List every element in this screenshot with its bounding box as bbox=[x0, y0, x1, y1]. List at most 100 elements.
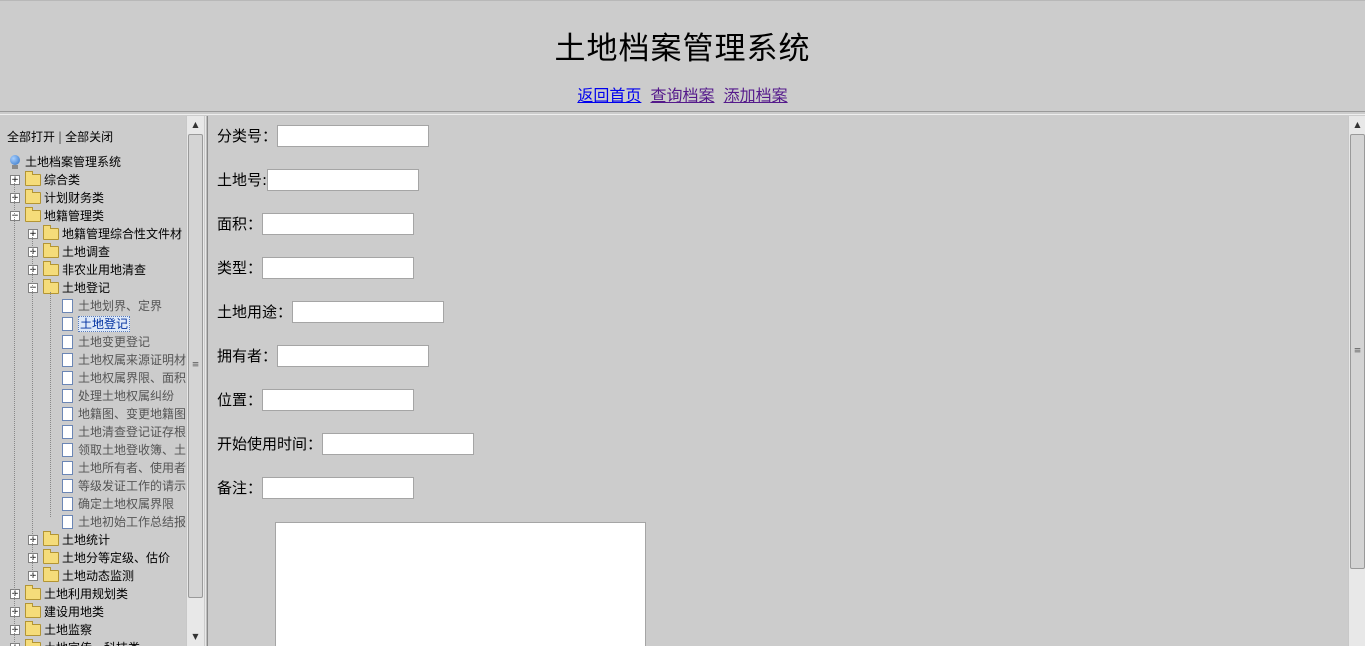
tree-node-label[interactable]: 建设用地类 bbox=[44, 603, 104, 621]
tree-node-label[interactable]: 领取土地登收簿、土 bbox=[78, 441, 186, 459]
tree-node-label[interactable]: 土地初始工作总结报 bbox=[78, 513, 186, 531]
expand-icon[interactable]: + bbox=[10, 175, 20, 185]
tree-node-label[interactable]: 土地划界、定界 bbox=[78, 297, 162, 315]
field-label: 土地用途： bbox=[217, 303, 293, 321]
expand-icon[interactable]: + bbox=[28, 571, 38, 581]
folder-icon bbox=[43, 567, 59, 582]
expand-all-link[interactable]: 全部打开 bbox=[7, 130, 55, 144]
tree-node-label[interactable]: 土地登记 bbox=[78, 316, 131, 332]
tree-subcategory[interactable]: + 土地动态监测 bbox=[0, 567, 186, 585]
tree-subcategory[interactable]: + 地籍管理综合性文件材 bbox=[0, 225, 186, 243]
tree-panel: 全部打开 | 全部关闭 土地档案管理系统 + 综合类 + 计划财务类 − 地籍管理类 + 地籍管理综… bbox=[0, 116, 186, 646]
field-input[interactable] bbox=[277, 345, 430, 367]
field-input[interactable] bbox=[262, 257, 415, 279]
form-row: 开始使用时间： bbox=[217, 433, 475, 455]
expand-icon[interactable]: + bbox=[10, 193, 20, 203]
field-input[interactable] bbox=[292, 301, 445, 323]
add-archive-link[interactable]: 添加档案 bbox=[724, 86, 788, 105]
expand-icon[interactable]: + bbox=[10, 625, 20, 635]
query-archive-link[interactable]: 查询档案 bbox=[650, 86, 714, 105]
expand-icon[interactable]: + bbox=[28, 535, 38, 545]
tree-category[interactable]: +土地宣传、科技类 bbox=[0, 639, 186, 646]
collapse-all-link[interactable]: 全部关闭 bbox=[65, 130, 113, 144]
tree-leaf[interactable]: 土地权属来源证明材 bbox=[0, 351, 186, 369]
collapse-icon[interactable]: − bbox=[10, 211, 20, 221]
tree-leaf[interactable]: 领取土地登收簿、土 bbox=[0, 441, 186, 459]
form-scroll-up-icon[interactable]: ▲ bbox=[1349, 117, 1365, 133]
tree-node-label[interactable]: 土地档案管理系统 bbox=[25, 153, 121, 171]
tree-scrollbar[interactable]: ▲ ≡ ▼ bbox=[186, 116, 204, 646]
expand-icon[interactable]: + bbox=[28, 553, 38, 563]
tree-node-label[interactable]: 确定土地权属界限 bbox=[78, 495, 174, 513]
tree-node-label[interactable]: 土地利用规划类 bbox=[44, 585, 128, 603]
tree-leaf[interactable]: 土地变更登记 bbox=[0, 333, 186, 351]
expand-icon[interactable]: + bbox=[28, 247, 38, 257]
form-scroll-thumb[interactable]: ≡ bbox=[1350, 134, 1365, 569]
tree-category[interactable]: + 计划财务类 bbox=[0, 189, 186, 207]
form-scrollbar[interactable]: ▲ ≡ bbox=[1348, 116, 1365, 646]
tree-scroll-thumb[interactable]: ≡ bbox=[188, 134, 203, 598]
tree-node-label[interactable]: 土地登记 bbox=[62, 279, 110, 297]
tree-category[interactable]: + 建设用地类 bbox=[0, 603, 186, 621]
tree-node-label[interactable]: 土地监察 bbox=[44, 621, 92, 639]
tree-connector-line bbox=[14, 180, 15, 646]
tree-node-label[interactable]: 土地所有者、使用者 bbox=[78, 459, 186, 477]
tree-subcategory[interactable]: − 土地登记 bbox=[0, 279, 186, 297]
collapse-icon[interactable]: − bbox=[28, 283, 38, 293]
expand-icon[interactable]: + bbox=[10, 589, 20, 599]
tree-leaf[interactable]: 土地登记 bbox=[0, 315, 186, 333]
tree-scroll-up-icon[interactable]: ▲ bbox=[187, 117, 204, 133]
tree-category[interactable]: + 土地监察 bbox=[0, 621, 186, 639]
tree-leaf[interactable]: 土地清查登记证存根 bbox=[0, 423, 186, 441]
document-icon bbox=[62, 353, 73, 367]
tree-leaf[interactable]: 确定土地权属界限 bbox=[0, 495, 186, 513]
field-input[interactable] bbox=[277, 125, 430, 147]
field-input[interactable] bbox=[262, 477, 415, 499]
tree-node-label[interactable]: 土地权属界限、面积 bbox=[78, 369, 186, 387]
tree-node-label[interactable]: 地籍管理综合性文件材 bbox=[62, 225, 182, 243]
field-label: 备注： bbox=[217, 479, 263, 497]
tree-subcategory[interactable]: + 土地统计 bbox=[0, 531, 186, 549]
tree-node-label[interactable]: 土地变更登记 bbox=[78, 333, 150, 351]
expand-icon[interactable]: + bbox=[28, 265, 38, 275]
tree-node-label[interactable]: 计划财务类 bbox=[44, 189, 104, 207]
tree-leaf[interactable]: 等级发证工作的请示 bbox=[0, 477, 186, 495]
tree-leaf[interactable]: 土地初始工作总结报 bbox=[0, 513, 186, 531]
tree-leaf[interactable]: 土地所有者、使用者 bbox=[0, 459, 186, 477]
tree-node-label[interactable]: 土地动态监测 bbox=[62, 567, 134, 585]
home-link[interactable]: 返回首页 bbox=[577, 86, 641, 105]
field-input[interactable] bbox=[262, 213, 415, 235]
tree-node-label[interactable]: 等级发证工作的请示 bbox=[78, 477, 186, 495]
remark-textarea[interactable] bbox=[275, 522, 646, 646]
tree-root[interactable]: 土地档案管理系统 bbox=[0, 153, 186, 171]
form-scroll-grip-icon: ≡ bbox=[1353, 345, 1362, 356]
tree-node-label[interactable]: 非农业用地清查 bbox=[62, 261, 146, 279]
tree-leaf[interactable]: 土地划界、定界 bbox=[0, 297, 186, 315]
field-input[interactable] bbox=[262, 389, 415, 411]
tree-node-label[interactable]: 土地统计 bbox=[62, 531, 110, 549]
tree-node-label[interactable]: 综合类 bbox=[44, 171, 80, 189]
tree-leaf[interactable]: 地籍图、变更地籍图 bbox=[0, 405, 186, 423]
tree-category[interactable]: + 综合类 bbox=[0, 171, 186, 189]
tree-subcategory[interactable]: + 土地调查 bbox=[0, 243, 186, 261]
expand-icon[interactable]: + bbox=[28, 229, 38, 239]
tree-connector-line bbox=[50, 292, 51, 517]
tree-node-label[interactable]: 土地调查 bbox=[62, 243, 110, 261]
tree-node-label[interactable]: 土地清查登记证存根 bbox=[78, 423, 186, 441]
expand-icon[interactable]: + bbox=[10, 607, 20, 617]
tree-node-label[interactable]: 地籍图、变更地籍图 bbox=[78, 405, 186, 423]
field-input[interactable] bbox=[322, 433, 475, 455]
tree-subcategory[interactable]: + 土地分等定级、估价 bbox=[0, 549, 186, 567]
tree-scroll-down-icon[interactable]: ▼ bbox=[187, 629, 204, 645]
tree-category[interactable]: + 土地利用规划类 bbox=[0, 585, 186, 603]
tree-node-label[interactable]: 处理土地权属纠纷 bbox=[78, 387, 174, 405]
tree-leaf[interactable]: 处理土地权属纠纷 bbox=[0, 387, 186, 405]
tree-node-label[interactable]: 地籍管理类 bbox=[44, 207, 104, 225]
tree-subcategory[interactable]: + 非农业用地清查 bbox=[0, 261, 186, 279]
tree-node-label[interactable]: 土地宣传、科技类 bbox=[44, 639, 140, 646]
field-input[interactable] bbox=[267, 169, 420, 191]
tree-category[interactable]: − 地籍管理类 bbox=[0, 207, 186, 225]
tree-node-label[interactable]: 土地权属来源证明材 bbox=[78, 351, 186, 369]
tree-leaf[interactable]: 土地权属界限、面积 bbox=[0, 369, 186, 387]
tree-node-label[interactable]: 土地分等定级、估价 bbox=[62, 549, 170, 567]
